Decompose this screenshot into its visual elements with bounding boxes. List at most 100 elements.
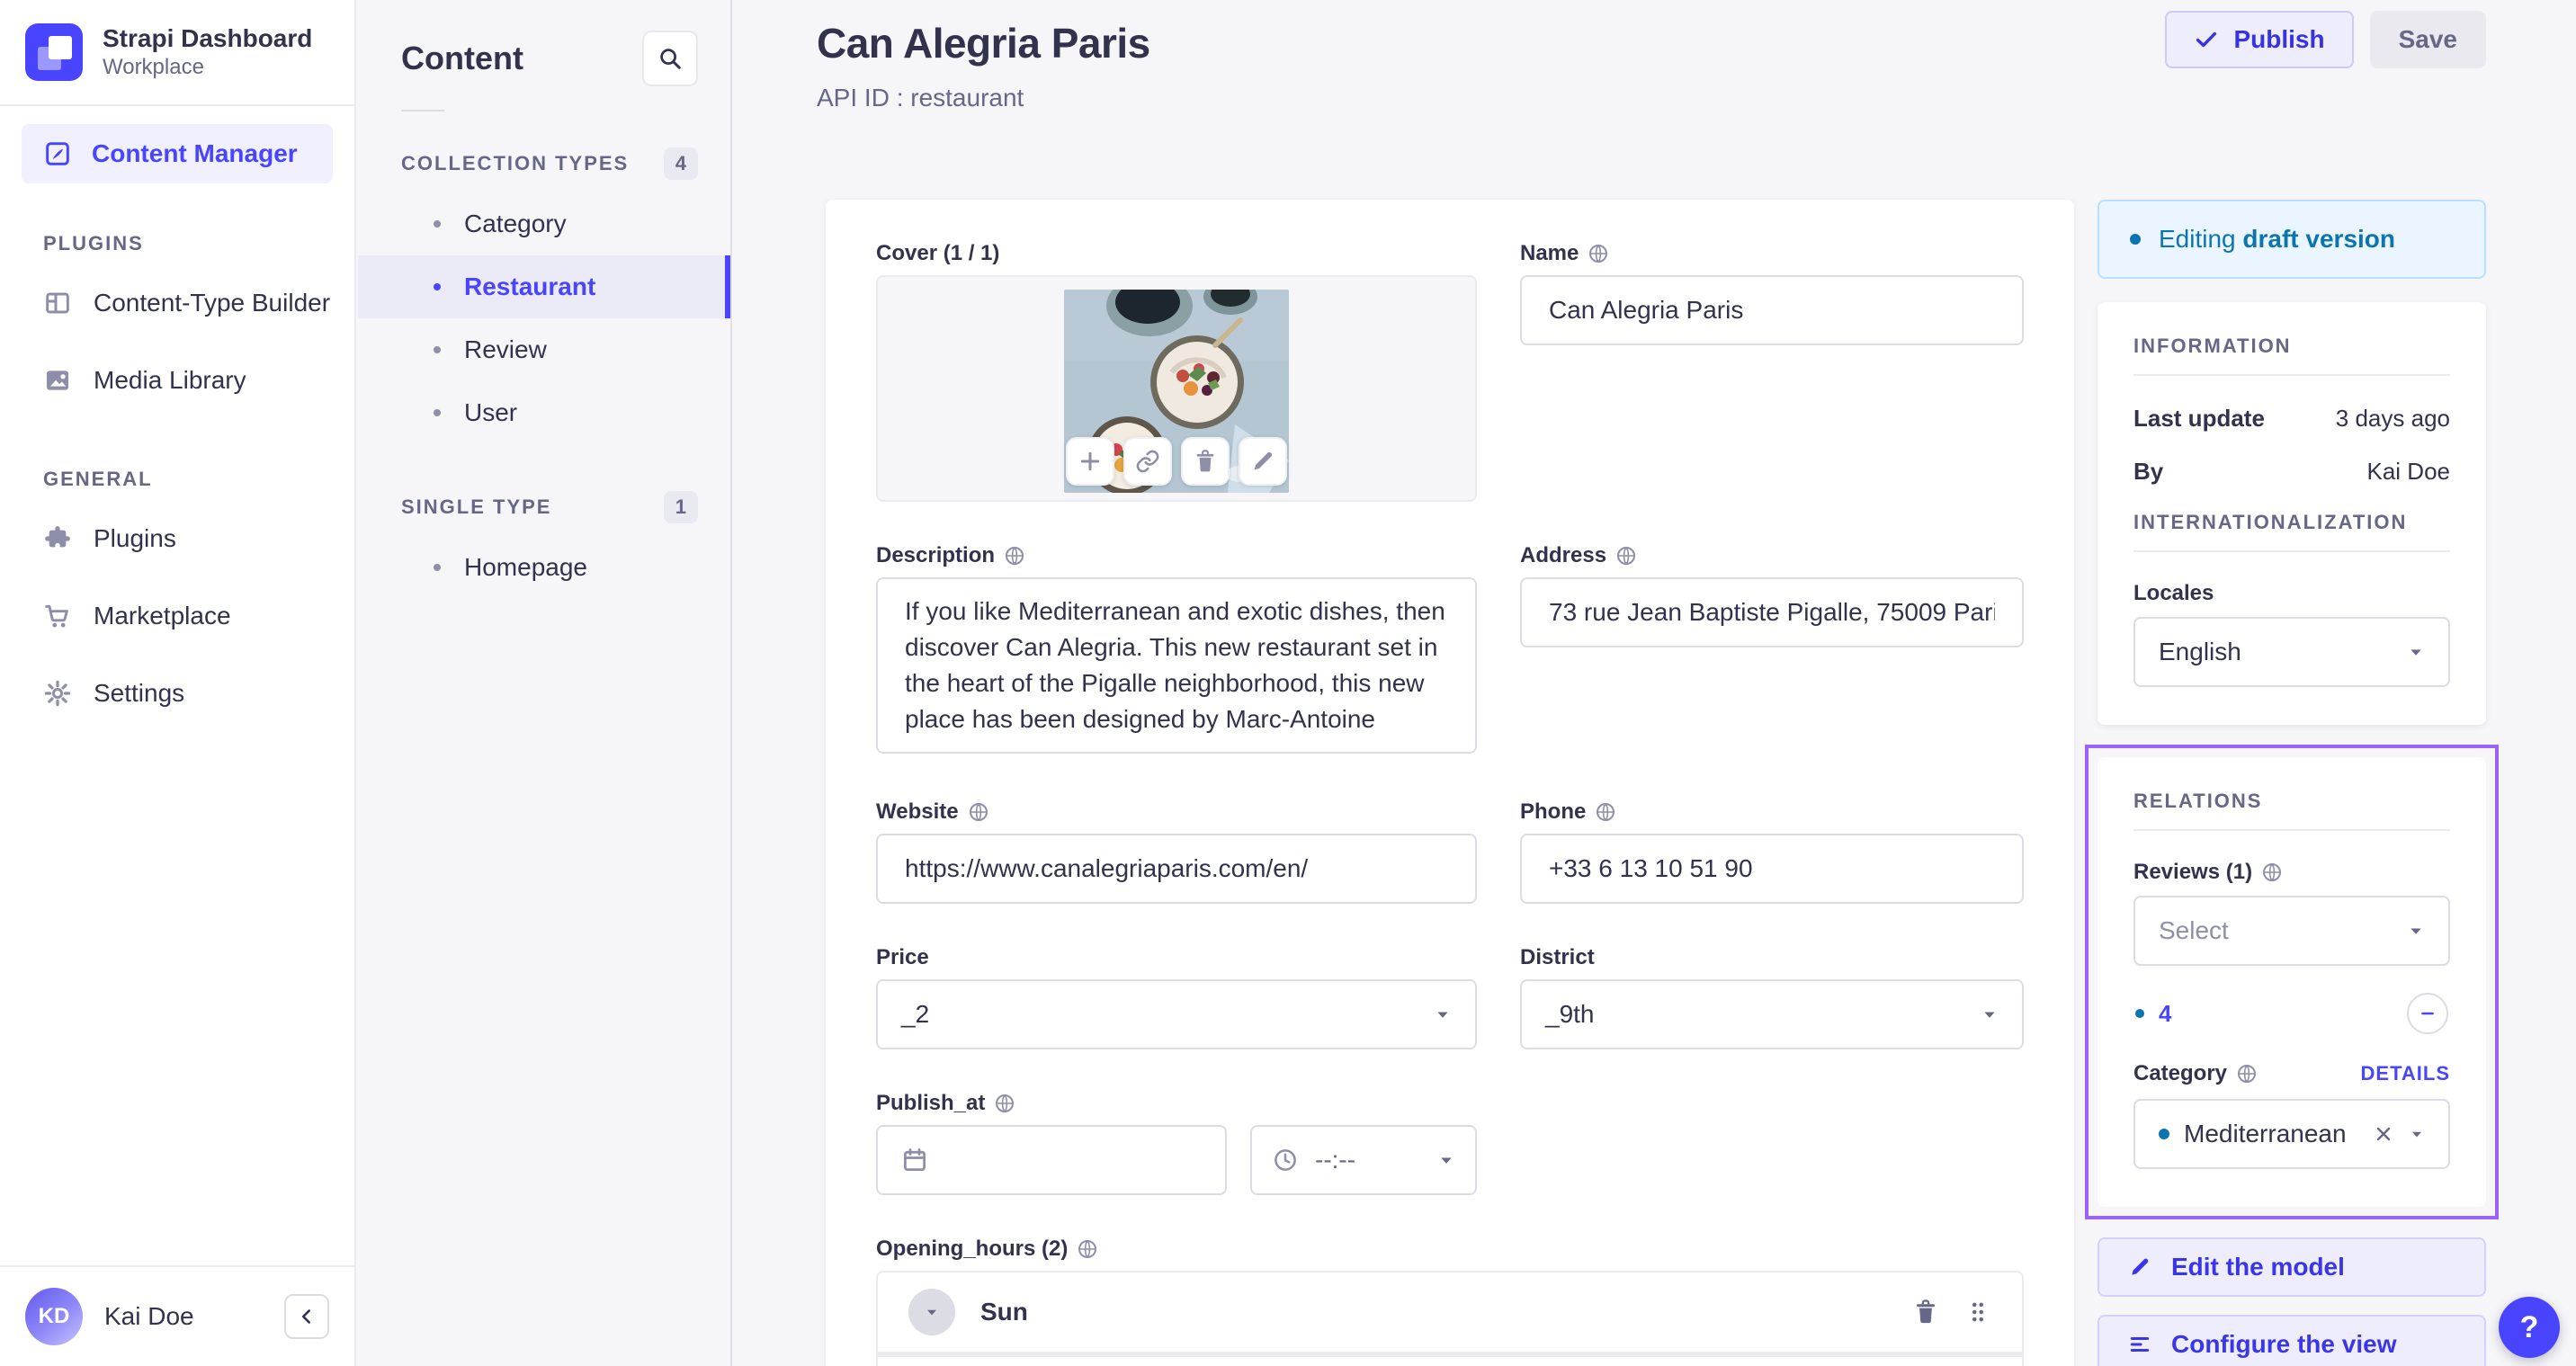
add-media-button[interactable] — [1066, 437, 1114, 486]
entry-side-panel: Editing draft version INFORMATION Last u… — [2085, 200, 2499, 1366]
locale-select[interactable]: English — [2133, 617, 2450, 687]
remove-relation-button[interactable] — [2407, 993, 2448, 1034]
reviews-label: Reviews (1) — [2133, 860, 2253, 884]
delete-media-button[interactable] — [1181, 437, 1230, 486]
expand-toggle-button[interactable] — [908, 1289, 955, 1335]
workspace-brand[interactable]: Strapi Dashboard Workplace — [0, 0, 354, 104]
bullet-icon — [434, 409, 441, 416]
review-relation-link[interactable]: 4 — [2159, 1000, 2171, 1028]
subnav-item-restaurant[interactable]: Restaurant — [358, 255, 730, 318]
strapi-logo — [25, 23, 83, 81]
locales-label: Locales — [2133, 581, 2214, 605]
relations-title: RELATIONS — [2133, 790, 2263, 812]
content-manager-icon — [43, 139, 72, 168]
check-icon — [2194, 27, 2219, 52]
globe-icon — [1615, 545, 1637, 567]
name-input[interactable] — [1520, 275, 2024, 345]
user-row: KD Kai Doe — [0, 1265, 354, 1366]
sidebar-item-content-manager[interactable]: Content Manager — [22, 124, 333, 183]
content-type-builder-icon — [43, 289, 72, 317]
user-name: Kai Doe — [104, 1302, 194, 1330]
opening-hours-accordion: Sun Tue - Sat — [876, 1271, 2024, 1366]
workspace-title: Strapi Dashboard — [103, 24, 313, 52]
website-input[interactable] — [876, 834, 1477, 904]
phone-input[interactable] — [1520, 834, 2024, 904]
bullet-icon — [434, 220, 441, 228]
sidebar-item-marketplace[interactable]: Marketplace — [0, 577, 354, 655]
edit-media-button[interactable] — [1239, 437, 1287, 486]
sidebar-item-label: Media Library — [94, 366, 246, 394]
bullet-icon — [434, 564, 441, 571]
bullet-icon — [434, 283, 441, 290]
globe-icon — [1588, 243, 1609, 264]
edit-model-label: Edit the model — [2171, 1253, 2345, 1281]
address-input[interactable] — [1520, 577, 2024, 647]
publish-at-date-input[interactable] — [876, 1125, 1227, 1195]
publish-at-label: Publish_at — [876, 1091, 986, 1115]
price-field: Price _2 — [876, 945, 1477, 1049]
sidebar-item-plugins[interactable]: Plugins — [0, 500, 354, 577]
save-label: Save — [2398, 25, 2457, 53]
relations-card: RELATIONS Reviews (1) Select 4 Category … — [2097, 757, 2486, 1207]
accordion-row-tue-sat[interactable]: Tue - Sat — [878, 1352, 2022, 1366]
district-select[interactable]: _9th — [1520, 979, 2024, 1049]
single-type-label: SINGLE TYPE — [401, 496, 552, 518]
help-button[interactable]: ? — [2499, 1297, 2560, 1358]
copy-link-button[interactable] — [1123, 437, 1172, 486]
by-row: By Kai Doe — [2133, 458, 2450, 486]
plus-icon — [1078, 449, 1103, 474]
page-subtitle: API ID : restaurant — [817, 84, 1024, 112]
subnav-item-user[interactable]: User — [358, 381, 730, 444]
main-content: Can Alegria Paris API ID : restaurant Pu… — [732, 0, 2576, 1366]
subnav-item-review[interactable]: Review — [358, 318, 730, 381]
search-button[interactable] — [642, 31, 698, 86]
content-subnav: Content COLLECTION TYPES 4 Category Rest… — [358, 0, 732, 1366]
district-field: District _9th — [1520, 945, 2024, 1049]
chevron-down-icon — [2407, 922, 2425, 940]
phone-label: Phone — [1520, 799, 1587, 824]
price-select[interactable]: _2 — [876, 979, 1477, 1049]
information-title: INFORMATION — [2133, 335, 2292, 357]
edit-model-button[interactable]: Edit the model — [2097, 1237, 2486, 1297]
pencil-icon — [2128, 1255, 2151, 1279]
address-field: Address — [1520, 543, 2024, 758]
save-button[interactable]: Save — [2369, 11, 2486, 68]
details-link[interactable]: DETAILS — [2361, 1062, 2450, 1085]
publish-button[interactable]: Publish — [2165, 11, 2354, 68]
entry-form-card: Cover (1 / 1) Name Can Alegria Paris Des… — [826, 200, 2074, 1366]
content-manager-label: Content Manager — [92, 139, 298, 167]
subnav-item-category[interactable]: Category — [358, 192, 730, 255]
draft-dot-icon — [2135, 1009, 2144, 1018]
subnav-item-homepage[interactable]: Homepage — [358, 536, 730, 599]
reviews-select[interactable]: Select — [2133, 896, 2450, 966]
collapse-sidebar-button[interactable] — [284, 1294, 329, 1339]
sidebar-item-media-library[interactable]: Media Library — [0, 342, 354, 419]
sidebar-item-settings[interactable]: Settings — [0, 655, 354, 732]
collection-types-label: COLLECTION TYPES — [401, 152, 630, 174]
draft-status-banner: Editing draft version — [2097, 200, 2486, 279]
avatar[interactable]: KD — [25, 1288, 83, 1345]
drag-handle[interactable] — [1964, 1299, 1991, 1326]
delete-component-button[interactable] — [1912, 1299, 1939, 1326]
accordion-row-sun[interactable]: Sun — [878, 1272, 2022, 1352]
bullet-icon — [434, 346, 441, 353]
globe-icon — [1077, 1238, 1098, 1260]
name-label: Name — [1520, 241, 1579, 265]
subnav-divider — [401, 110, 444, 112]
close-icon[interactable] — [2373, 1123, 2394, 1145]
district-label: District — [1520, 945, 1595, 969]
description-textarea[interactable]: If you like Mediterranean and exotic dis… — [876, 577, 1477, 754]
chevron-down-icon — [1437, 1151, 1455, 1169]
gear-icon — [43, 679, 72, 708]
caret-down-icon — [924, 1304, 940, 1320]
publish-at-field: Publish_at --:-- — [876, 1091, 1477, 1195]
review-relation-item: 4 — [2135, 993, 2448, 1034]
configure-view-button[interactable]: Configure the view — [2097, 1315, 2486, 1366]
category-select[interactable]: Mediterranean — [2133, 1099, 2450, 1169]
sidebar-item-label: Plugins — [94, 524, 176, 552]
plugins-section-label: PLUGINS — [43, 232, 144, 254]
sidebar-item-content-type-builder[interactable]: Content-Type Builder — [0, 264, 354, 342]
subnav-item-label: Review — [464, 335, 547, 363]
publish-at-time-input[interactable]: --:-- — [1250, 1125, 1477, 1195]
subnav-item-label: Restaurant — [464, 272, 596, 300]
